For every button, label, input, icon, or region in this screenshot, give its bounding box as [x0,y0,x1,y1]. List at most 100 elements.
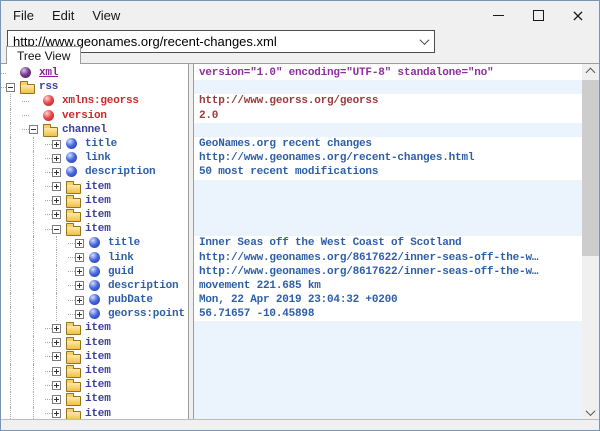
tree-node-link[interactable]: link [1,250,188,264]
expander-slot [29,125,42,134]
expand-expander-icon[interactable] [52,367,61,376]
tree-node-xml[interactable]: xml [1,66,188,80]
minimize-button[interactable] [478,2,518,29]
tree-connector-line [33,321,34,335]
node-label: rss [39,81,58,93]
combobox-dropdown-button[interactable] [415,31,434,52]
expand-expander-icon[interactable] [75,296,84,305]
chevron-down-icon [586,406,596,416]
expander-slot [75,239,88,248]
tree-node-title[interactable]: title [1,137,188,151]
tree-connector-line [10,208,11,222]
expander-slot [52,367,65,376]
expander-slot [52,352,65,361]
tree-connector-line [10,321,11,335]
tree-node-item[interactable]: item [1,350,188,364]
node-label: item [85,223,111,235]
tree-connector-line [10,378,11,392]
element-icon [89,252,103,264]
bottom-scroll-strip[interactable] [1,419,599,430]
expand-expander-icon[interactable] [52,168,61,177]
expand-expander-icon[interactable] [52,409,61,418]
tree-node-description[interactable]: description [1,279,188,293]
expand-expander-icon[interactable] [52,140,61,149]
expander-slot [52,182,65,191]
tree-connector-line [10,165,11,179]
tree-connector-line [10,123,11,137]
menu-file[interactable]: File [4,4,43,27]
tree-connector-line [33,265,34,279]
expand-expander-icon[interactable] [52,196,61,205]
element-icon [66,166,80,178]
tree-node-pubDate[interactable]: pubDate [1,293,188,307]
tree-node-item[interactable]: item [1,336,188,350]
tree-node-item[interactable]: item [1,407,188,421]
tree-node-description[interactable]: description [1,165,188,179]
tree-node-item[interactable]: item [1,392,188,406]
node-label: guid [108,266,134,278]
tab-tree-view[interactable]: Tree View [6,46,81,64]
node-label: item [85,408,111,420]
expand-expander-icon[interactable] [52,395,61,404]
tree-node-guid[interactable]: guid [1,265,188,279]
node-value: http://www.georss.org/georss [194,95,378,107]
collapse-expander-icon[interactable] [52,225,61,234]
expand-expander-icon[interactable] [75,281,84,290]
tree-node-link[interactable]: link [1,151,188,165]
window-controls: × [478,2,598,29]
tree-connector-line [10,137,11,151]
expand-expander-icon[interactable] [75,239,84,248]
tree-node-georss:point[interactable]: georss:point [1,307,188,321]
value-row: Mon, 22 Apr 2019 23:04:32 +0200 [194,293,582,307]
tree-node-item[interactable]: item [1,364,188,378]
value-row: 50 most recent modifications [194,165,582,179]
tree-node-item[interactable]: item [1,378,188,392]
expand-expander-icon[interactable] [75,253,84,262]
expand-expander-icon[interactable] [52,210,61,219]
expander-slot [52,381,65,390]
expand-expander-icon[interactable] [52,154,61,163]
tree-node-item[interactable]: item [1,194,188,208]
scroll-down-button[interactable] [582,404,599,420]
close-button[interactable]: × [558,2,598,29]
maximize-button[interactable] [518,2,558,29]
expander-slot [52,409,65,418]
collapse-expander-icon[interactable] [29,125,38,134]
expand-expander-icon[interactable] [52,324,61,333]
tree-node-item[interactable]: item [1,222,188,236]
expand-expander-icon[interactable] [52,381,61,390]
value-row [194,378,582,392]
attribute-icon [43,95,57,107]
node-label: item [85,209,111,221]
tree-connector-line [33,307,34,321]
expand-expander-icon[interactable] [75,310,84,319]
node-label: pubDate [108,294,153,306]
expand-expander-icon[interactable] [75,267,84,276]
menu-edit[interactable]: Edit [43,4,83,27]
tree-node-title[interactable]: title [1,236,188,250]
element-icon [89,294,103,306]
tree-node-item[interactable]: item [1,321,188,335]
folder-icon [66,209,80,221]
tree-connector-line [56,236,57,250]
scrollbar-thumb[interactable] [582,80,599,256]
element-icon [66,152,80,164]
expand-expander-icon[interactable] [52,338,61,347]
vertical-scrollbar[interactable] [582,64,599,420]
tree-node-rss[interactable]: rss [1,80,188,94]
tree-connector-line [10,407,11,421]
collapse-expander-icon[interactable] [6,83,15,92]
tree-node-version[interactable]: version [1,109,188,123]
node-label: xml [39,67,58,79]
tree-node-channel[interactable]: channel [1,123,188,137]
expand-expander-icon[interactable] [52,182,61,191]
tree-node-item[interactable]: item [1,208,188,222]
scroll-up-button[interactable] [582,64,599,80]
value-row [194,407,582,421]
expand-expander-icon[interactable] [52,352,61,361]
tree-node-item[interactable]: item [1,180,188,194]
node-label: title [85,138,117,150]
tree-node-xmlns:georss[interactable]: xmlns:georss [1,94,188,108]
tree-connector-line [33,208,34,222]
menu-view[interactable]: View [83,4,129,27]
